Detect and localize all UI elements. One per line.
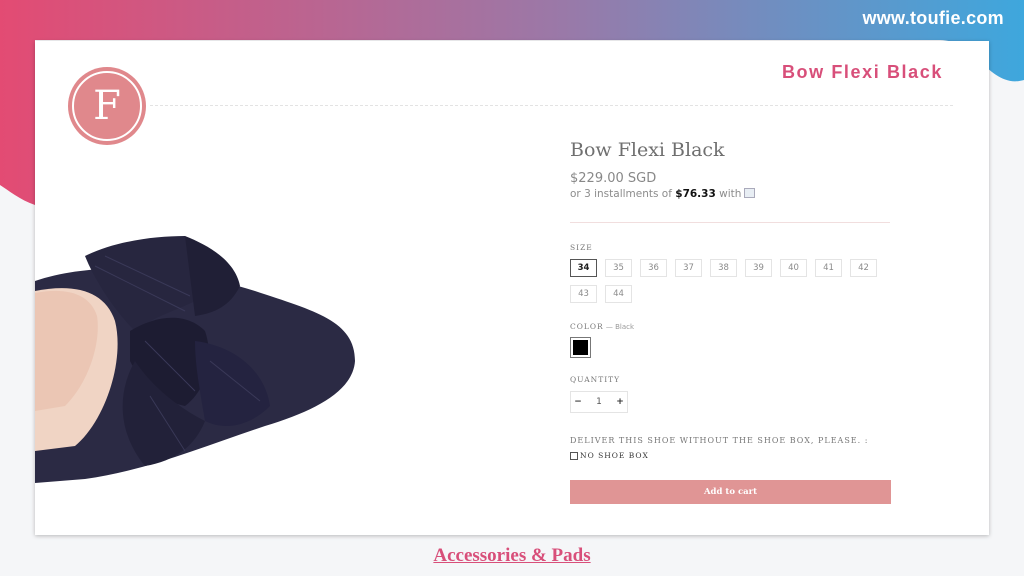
color-label-text: COLOR — [570, 322, 604, 331]
quantity-stepper: − 1 + — [570, 391, 628, 413]
quantity-increase-button[interactable]: + — [613, 392, 627, 412]
product-card: F Bow Flexi Black Bow Flexi Black $229.0… — [35, 41, 989, 535]
quantity-decrease-button[interactable]: − — [571, 392, 585, 412]
site-url[interactable]: www.toufie.com — [862, 8, 1004, 29]
deliver-note: DELIVER THIS SHOE WITHOUT THE SHOE BOX, … — [570, 436, 869, 445]
product-image[interactable] — [35, 221, 375, 486]
add-to-cart-button[interactable]: Add to cart — [570, 480, 891, 504]
size-option[interactable]: 37 — [675, 259, 702, 277]
size-label: SIZE — [570, 243, 593, 252]
color-value: Black — [615, 323, 635, 331]
size-option[interactable]: 42 — [850, 259, 877, 277]
color-label: COLOR — Black — [570, 322, 634, 331]
size-option[interactable]: 34 — [570, 259, 597, 277]
logo-letter: F — [72, 71, 142, 141]
page-header-title: Bow Flexi Black — [781, 62, 943, 82]
size-option[interactable]: 35 — [605, 259, 632, 277]
product-title: Bow Flexi Black — [570, 139, 725, 161]
color-swatch-black[interactable] — [570, 337, 591, 358]
size-option[interactable]: 39 — [745, 259, 772, 277]
no-shoe-box-option[interactable]: NO SHOE BOX — [570, 451, 649, 460]
installments-suffix: with — [715, 188, 742, 200]
installments-text: or 3 installments of $76.33 with — [570, 188, 756, 200]
size-selector: 34 35 36 37 38 39 40 41 42 43 44 — [570, 259, 900, 311]
size-option[interactable]: 43 — [570, 285, 597, 303]
size-option[interactable]: 38 — [710, 259, 737, 277]
installments-prefix: or 3 installments of — [570, 188, 676, 200]
quantity-label: QUANTITY — [570, 375, 621, 384]
quantity-input[interactable]: 1 — [585, 392, 613, 412]
payment-provider-icon — [744, 188, 756, 198]
no-shoe-box-label: NO SHOE BOX — [580, 451, 649, 460]
brand-logo[interactable]: F — [68, 67, 146, 145]
accessories-link[interactable]: Accessories & Pads — [0, 545, 1024, 567]
size-option[interactable]: 41 — [815, 259, 842, 277]
size-option[interactable]: 36 — [640, 259, 667, 277]
size-option[interactable]: 44 — [605, 285, 632, 303]
price-divider — [570, 222, 890, 223]
swatch-fill — [573, 340, 588, 355]
no-shoe-box-checkbox[interactable] — [570, 451, 578, 460]
header-divider — [150, 105, 953, 106]
installments-amount: $76.33 — [675, 188, 716, 200]
color-separator: — — [603, 323, 616, 331]
product-price: $229.00 SGD — [570, 171, 657, 186]
size-option[interactable]: 40 — [780, 259, 807, 277]
